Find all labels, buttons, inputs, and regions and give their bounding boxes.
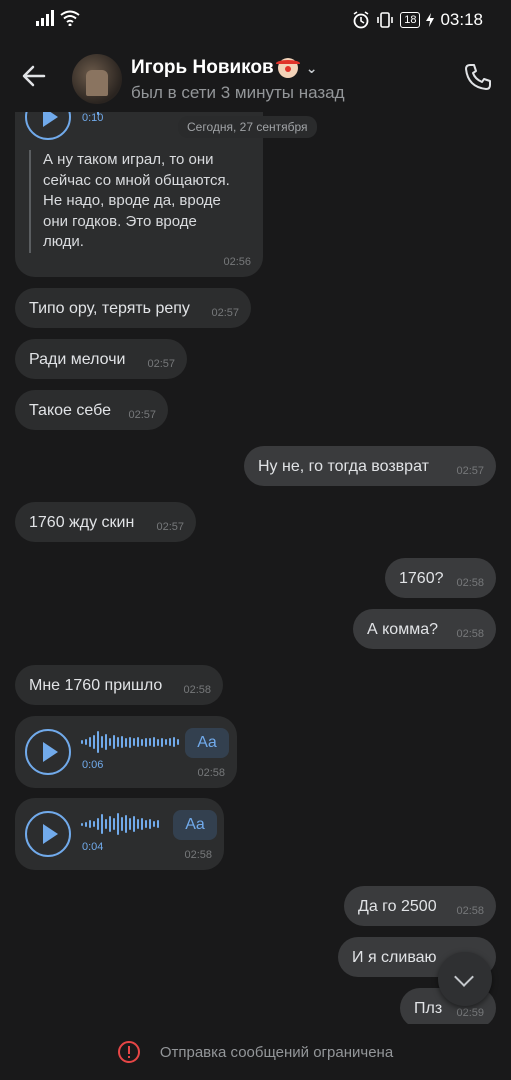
- transcribe-button[interactable]: Aa: [173, 810, 217, 840]
- phone-call-icon[interactable]: [463, 62, 493, 92]
- message-time: 02:58: [183, 684, 211, 696]
- message-text: А комма?: [367, 621, 438, 638]
- message-text: 1760 жду скин: [29, 514, 135, 531]
- online-status: был в сети 3 минуты назад: [131, 83, 345, 102]
- message-bubble-incoming[interactable]: Мне 1760 пришло 02:58: [15, 665, 223, 705]
- message-time: 02:58: [184, 849, 212, 861]
- date-separator: Сегодня, 27 сентября: [178, 116, 317, 138]
- message-text: Плз: [414, 1000, 443, 1017]
- message-list[interactable]: Сегодня, 27 сентября 0:10 А ну таком игр…: [0, 112, 511, 1024]
- message-text: Ну не, го тогда возврат: [258, 458, 429, 475]
- chevron-down-icon: ⌄: [305, 59, 318, 76]
- message-bubble-incoming[interactable]: Такое себе 02:57: [15, 390, 168, 430]
- voice-message-bubble[interactable]: 0:06 Aa 02:58: [15, 716, 237, 788]
- wifi-icon: [60, 10, 80, 26]
- message-time: 02:57: [211, 307, 239, 319]
- contact-name: Игорь Новиков: [131, 57, 274, 78]
- message-bubble-incoming[interactable]: Ради мелочи 02:57: [15, 339, 187, 379]
- voice-duration: 0:06: [82, 759, 104, 771]
- status-bar: 18 03:18: [0, 0, 511, 42]
- message-time: 02:57: [156, 521, 184, 533]
- back-arrow-icon[interactable]: [18, 60, 50, 92]
- message-time: 02:58: [456, 577, 484, 589]
- message-time: 02:56: [223, 256, 251, 268]
- waveform: [81, 730, 179, 754]
- scroll-to-bottom-button[interactable]: [438, 952, 492, 1006]
- message-text: Мне 1760 пришло: [29, 677, 163, 694]
- contact-name-row[interactable]: Игорь Новиков ⌄: [131, 57, 317, 79]
- charging-icon: [426, 13, 435, 27]
- message-bubble-outgoing[interactable]: А комма? 02:58: [353, 609, 496, 649]
- vibrate-icon: [377, 12, 394, 28]
- alarm-icon: [353, 11, 369, 29]
- avatar[interactable]: [72, 54, 122, 104]
- message-time: 02:58: [197, 767, 225, 779]
- play-icon[interactable]: [25, 729, 71, 775]
- message-time: 02:58: [456, 628, 484, 640]
- transcribe-button[interactable]: Aa: [185, 728, 229, 758]
- signal-icon: [36, 10, 54, 26]
- status-bar-right: 18 03:18: [352, 10, 483, 30]
- message-text: Ради мелочи: [29, 351, 126, 368]
- message-time: 02:58: [456, 905, 484, 917]
- play-icon[interactable]: [25, 811, 71, 857]
- battery-indicator: 18: [400, 12, 421, 28]
- message-text: И я сливаю: [352, 949, 437, 966]
- play-icon[interactable]: [25, 112, 71, 140]
- waveform: [81, 812, 159, 836]
- message-text: Да го 2500: [358, 898, 437, 915]
- chat-header: Игорь Новиков ⌄ был в сети 3 минуты наза…: [0, 42, 511, 112]
- message-bubble-outgoing[interactable]: Ну не, го тогда возврат 02:57: [244, 446, 496, 486]
- warning-icon: [117, 1041, 140, 1063]
- message-time: 02:57: [128, 409, 156, 421]
- message-bubble-incoming[interactable]: Типо ору, терять репу 02:57: [15, 288, 251, 328]
- message-time: 02:57: [456, 465, 484, 477]
- voice-message-bubble[interactable]: 0:04 Aa 02:58: [15, 798, 224, 870]
- voice-duration: 0:04: [82, 841, 104, 853]
- message-bubble-outgoing[interactable]: 1760? 02:58: [385, 558, 496, 598]
- clown-emoji-icon: [275, 58, 300, 78]
- signal-wifi-indicators: [36, 10, 80, 26]
- clock: 03:18: [440, 10, 483, 29]
- message-bubble-incoming[interactable]: 1760 жду скин 02:57: [15, 502, 196, 542]
- restriction-message: Отправка сообщений ограничена: [159, 1043, 394, 1061]
- quoted-text: А ну таком играл, то они сейчас со мной …: [29, 150, 263, 253]
- voice-duration: 0:10: [82, 112, 104, 124]
- message-time: 02:59: [456, 1007, 484, 1019]
- message-text: Типо ору, терять репу: [29, 300, 190, 317]
- message-bubble-outgoing[interactable]: Да го 2500 02:58: [344, 886, 496, 926]
- restriction-bar: Отправка сообщений ограничена: [0, 1024, 511, 1080]
- message-text: Такое себе: [29, 402, 111, 419]
- message-time: 02:57: [147, 358, 175, 370]
- message-text: 1760?: [399, 570, 444, 587]
